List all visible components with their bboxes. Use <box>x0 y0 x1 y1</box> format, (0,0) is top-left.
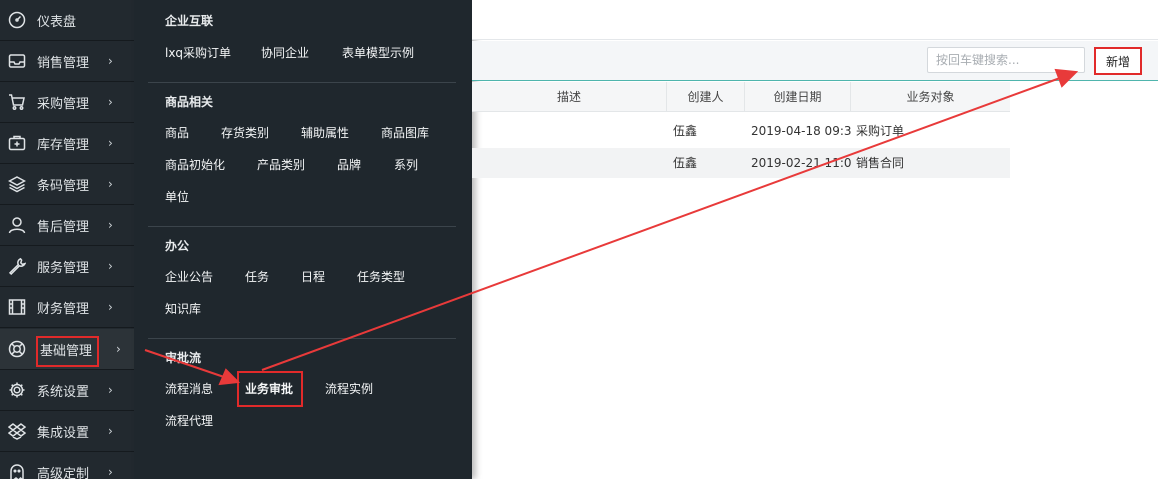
chevron-right-icon: › <box>108 95 113 109</box>
gear-icon <box>8 381 26 399</box>
chevron-right-icon: › <box>116 342 121 356</box>
menu-section-title: 商品相关 <box>165 95 214 109</box>
menu-link-task-type[interactable]: 任务类型 <box>357 268 405 285</box>
chevron-right-icon: › <box>108 383 113 397</box>
menu-divider <box>148 338 456 339</box>
sidebar-item-inventory[interactable]: 库存管理 › <box>0 123 134 164</box>
chevron-right-icon: › <box>108 177 113 191</box>
column-header-business-object[interactable]: 业务对象 <box>850 82 1010 112</box>
menu-divider <box>148 226 456 227</box>
add-button[interactable]: 新增 <box>1094 47 1142 75</box>
menu-link-product[interactable]: 商品 <box>165 124 189 141</box>
menu-link-brand[interactable]: 品牌 <box>337 156 361 173</box>
chevron-right-icon: › <box>108 424 113 438</box>
dashboard-icon <box>8 11 26 29</box>
menu-link-product-gallery[interactable]: 商品图库 <box>381 124 429 141</box>
ghost-icon <box>8 463 26 479</box>
layers-icon <box>8 175 26 193</box>
sidebar-item-label: 采购管理 <box>37 96 90 112</box>
cell-creator: 伍鑫 <box>673 124 698 138</box>
cell-created-date: 2019-04-18 09:3... <box>751 124 851 138</box>
basic-management-menu: 企业互联 lxq采购订单 协同企业 表单模型示例 商品相关 商品 存货类别 辅助… <box>134 0 472 479</box>
sidebar-item-aftersales[interactable]: 售后管理 › <box>0 205 134 246</box>
chevron-right-icon: › <box>108 465 113 479</box>
sidebar-item-integration[interactable]: 集成设置 › <box>0 411 134 452</box>
cart-icon <box>8 93 26 111</box>
menu-divider <box>148 82 456 83</box>
sidebar-item-purchase[interactable]: 采购管理 › <box>0 82 134 123</box>
table-header: 描述 创建人 创建日期 业务对象 <box>472 82 1010 112</box>
table-row[interactable]: 伍鑫 2019-04-18 09:3... 采购订单 <box>472 116 1010 146</box>
sidebar-item-label: 仪表盘 <box>37 14 77 30</box>
menu-link-product-init[interactable]: 商品初始化 <box>165 156 225 173</box>
menu-link-series[interactable]: 系列 <box>394 156 418 173</box>
sidebar-item-label: 基础管理 <box>40 343 93 359</box>
menu-link-announcement[interactable]: 企业公告 <box>165 268 213 285</box>
menu-section-title: 办公 <box>165 239 190 253</box>
medkit-icon <box>8 134 26 152</box>
cell-created-date: 2019-02-21 11:0... <box>751 156 851 170</box>
cell-business-object: 销售合同 <box>856 156 905 170</box>
table-row[interactable]: 伍鑫 2019-02-21 11:0... 销售合同 <box>472 148 1010 178</box>
menu-link-product-category[interactable]: 产品类别 <box>257 156 305 173</box>
sidebar-item-label: 库存管理 <box>37 137 90 153</box>
cell-description <box>482 148 662 178</box>
chevron-right-icon: › <box>108 300 113 314</box>
menu-link-form-model[interactable]: 表单模型示例 <box>342 44 414 61</box>
menu-link-flow-instance[interactable]: 流程实例 <box>325 380 373 397</box>
menu-section-title: 企业互联 <box>165 14 214 28</box>
cell-description <box>482 116 662 146</box>
menu-link-stock-category[interactable]: 存货类别 <box>221 124 269 141</box>
search-input[interactable] <box>927 47 1085 73</box>
sidebar-item-label: 售后管理 <box>37 219 90 235</box>
menu-link-schedule[interactable]: 日程 <box>301 268 325 285</box>
lifebuoy-icon <box>8 340 26 358</box>
menu-link-aux-attribute[interactable]: 辅助属性 <box>301 124 349 141</box>
sidebar-item-dashboard[interactable]: 仪表盘 <box>0 0 134 41</box>
dropbox-icon <box>8 422 26 440</box>
sidebar-item-sales[interactable]: 销售管理 › <box>0 41 134 82</box>
sidebar-item-label: 财务管理 <box>37 301 90 317</box>
column-header-creator[interactable]: 创建人 <box>666 82 744 112</box>
wrench-icon <box>8 257 26 275</box>
chevron-right-icon: › <box>108 54 113 68</box>
sidebar-item-label: 系统设置 <box>37 384 90 400</box>
menu-link-unit[interactable]: 单位 <box>165 188 189 205</box>
sidebar-item-advanced[interactable]: 高级定制 › <box>0 452 134 479</box>
cell-creator: 伍鑫 <box>673 156 698 170</box>
menu-link-lxq-purchase-order[interactable]: lxq采购订单 <box>165 44 231 61</box>
sidebar-item-finance[interactable]: 财务管理 › <box>0 287 134 328</box>
cell-business-object: 采购订单 <box>856 124 905 138</box>
film-icon <box>8 298 26 316</box>
sidebar-item-basic[interactable]: 基础管理 › <box>0 329 134 370</box>
chevron-right-icon: › <box>108 259 113 273</box>
menu-link-flow-proxy[interactable]: 流程代理 <box>165 412 213 429</box>
sidebar-item-settings[interactable]: 系统设置 › <box>0 370 134 411</box>
sidebar: 仪表盘 销售管理 › 采购管理 › 库存管理 › 条码管理 › 售后管理 › 服… <box>0 0 134 479</box>
column-header-created-date[interactable]: 创建日期 <box>744 82 850 112</box>
sidebar-item-label: 高级定制 <box>37 466 90 479</box>
menu-link-flow-message[interactable]: 流程消息 <box>165 380 213 397</box>
menu-link-task[interactable]: 任务 <box>245 268 269 285</box>
menu-link-partner[interactable]: 协同企业 <box>261 44 309 61</box>
inbox-icon <box>8 52 26 70</box>
column-header-description[interactable]: 描述 <box>472 82 666 112</box>
sidebar-item-label: 销售管理 <box>37 55 90 71</box>
menu-section-title: 审批流 <box>165 351 202 365</box>
menu-link-knowledge-base[interactable]: 知识库 <box>165 300 201 317</box>
top-bar <box>472 0 1158 40</box>
sidebar-item-barcode[interactable]: 条码管理 › <box>0 164 134 205</box>
sidebar-item-service[interactable]: 服务管理 › <box>0 246 134 287</box>
menu-link-business-approval[interactable]: 业务审批 <box>245 380 293 397</box>
sidebar-item-label: 条码管理 <box>37 178 90 194</box>
chevron-right-icon: › <box>108 218 113 232</box>
sidebar-item-label: 服务管理 <box>37 260 90 276</box>
chevron-right-icon: › <box>108 136 113 150</box>
sidebar-item-label: 集成设置 <box>37 425 90 441</box>
user-icon <box>8 216 26 234</box>
